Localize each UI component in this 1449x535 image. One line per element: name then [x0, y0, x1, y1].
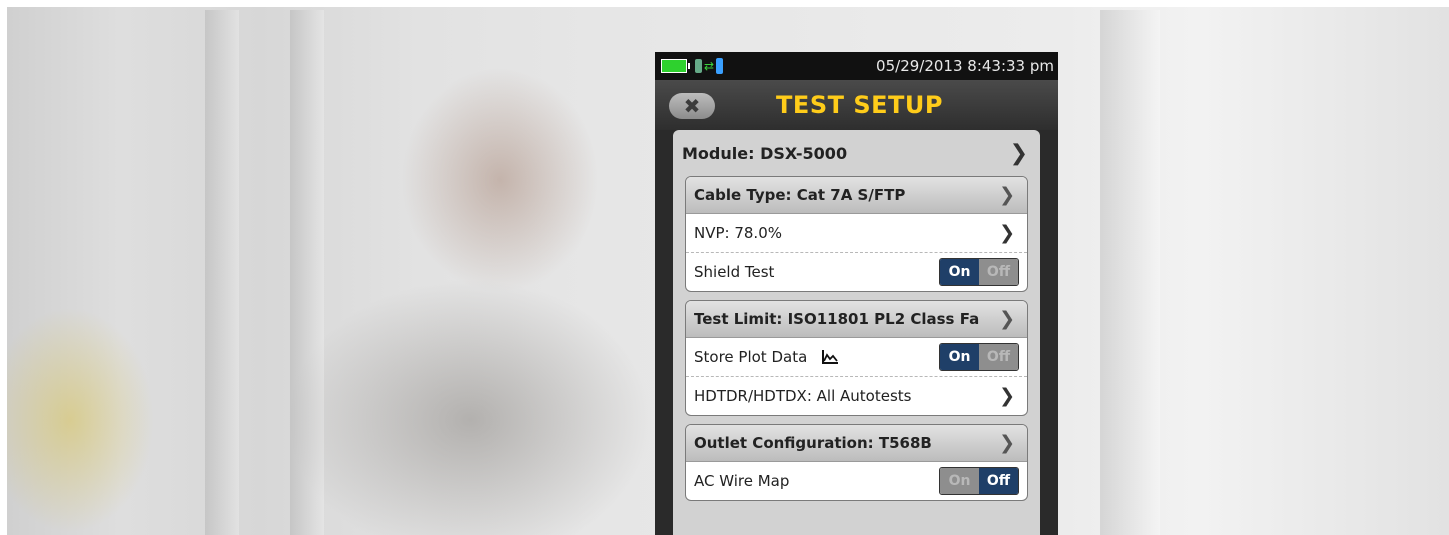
- status-bar: ⇄ 05/29/2013 8:43:33 pm: [655, 52, 1058, 80]
- page-title: TEST SETUP: [776, 91, 943, 119]
- shield-test-label: Shield Test: [694, 263, 775, 281]
- toggle-off[interactable]: Off: [979, 259, 1018, 285]
- settings-panel: Module: DSX-5000 ❯ Cable Type: Cat 7A S/…: [673, 130, 1040, 535]
- background-rack: [205, 10, 239, 535]
- toggle-off[interactable]: Off: [979, 468, 1018, 494]
- module-row[interactable]: Module: DSX-5000 ❯: [673, 130, 1040, 176]
- module-label: Module: DSX-5000: [682, 143, 848, 163]
- shield-test-toggle[interactable]: On Off: [939, 258, 1019, 286]
- background-rack: [290, 10, 324, 535]
- cable-type-label: Cable Type: Cat 7A S/FTP: [694, 186, 906, 204]
- toggle-off[interactable]: Off: [979, 344, 1018, 370]
- test-limit-label: Test Limit: ISO11801 PL2 Class Fa: [694, 310, 980, 328]
- nvp-label: NVP: 78.0%: [694, 224, 783, 242]
- chevron-right-icon: ❯: [999, 432, 1015, 454]
- nvp-row[interactable]: NVP: 78.0% ❯: [686, 214, 1027, 253]
- ac-wire-map-toggle[interactable]: On Off: [939, 467, 1019, 495]
- battery-icon: [661, 59, 690, 73]
- chevron-right-icon: ❯: [999, 184, 1015, 206]
- toggle-on[interactable]: On: [940, 468, 979, 494]
- cable-type-header[interactable]: Cable Type: Cat 7A S/FTP ❯: [686, 177, 1027, 214]
- plot-graph-icon: [822, 350, 839, 364]
- store-plot-data-row: Store Plot Data On Off: [686, 338, 1027, 377]
- chevron-right-icon: ❯: [999, 385, 1015, 407]
- title-bar: ✖ TEST SETUP: [655, 80, 1058, 130]
- outlet-configuration-header[interactable]: Outlet Configuration: T568B ❯: [686, 425, 1027, 462]
- ac-wire-map-row: AC Wire Map On Off: [686, 462, 1027, 500]
- background-rack: [1100, 10, 1160, 535]
- test-limit-header[interactable]: Test Limit: ISO11801 PL2 Class Fa ❯: [686, 301, 1027, 338]
- group-outlet-configuration: Outlet Configuration: T568B ❯ AC Wire Ma…: [685, 424, 1028, 501]
- close-button[interactable]: ✖: [669, 93, 715, 119]
- tester-screen: ⇄ 05/29/2013 8:43:33 pm ✖ TEST SETUP Mod…: [655, 52, 1058, 535]
- toggle-on[interactable]: On: [940, 344, 979, 370]
- close-icon: ✖: [683, 94, 701, 118]
- shield-test-row: Shield Test On Off: [686, 253, 1027, 291]
- connection-icon: ⇄: [695, 58, 724, 74]
- toggle-on[interactable]: On: [940, 259, 979, 285]
- hdtdr-label: HDTDR/HDTDX: All Autotests: [694, 387, 912, 405]
- datetime: 05/29/2013 8:43:33 pm: [876, 57, 1054, 75]
- chevron-right-icon: ❯: [999, 222, 1015, 244]
- hdtdr-row[interactable]: HDTDR/HDTDX: All Autotests ❯: [686, 377, 1027, 415]
- chevron-right-icon: ❯: [999, 308, 1015, 330]
- ac-wire-map-label: AC Wire Map: [694, 472, 790, 490]
- store-plot-data-label: Store Plot Data: [694, 348, 808, 366]
- store-plot-data-toggle[interactable]: On Off: [939, 343, 1019, 371]
- group-test-limit: Test Limit: ISO11801 PL2 Class Fa ❯ Stor…: [685, 300, 1028, 416]
- chevron-right-icon: ❯: [1009, 140, 1028, 166]
- group-cable-type: Cable Type: Cat 7A S/FTP ❯ NVP: 78.0% ❯ …: [685, 176, 1028, 292]
- outlet-configuration-label: Outlet Configuration: T568B: [694, 434, 932, 452]
